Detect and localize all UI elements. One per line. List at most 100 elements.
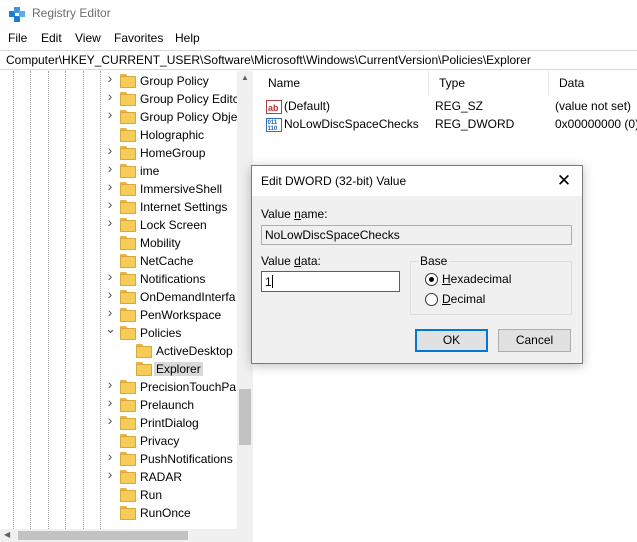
list-row[interactable]: ab (Default) REG_SZ (value not set)	[258, 96, 637, 114]
tree-item[interactable]: › PrintDialog	[0, 413, 240, 432]
tree-item[interactable]: › Group Policy Editc	[0, 89, 240, 108]
menu-file[interactable]: File	[8, 31, 27, 45]
value-data-text: 1	[265, 275, 272, 289]
column-data[interactable]: Data	[549, 71, 637, 95]
folder-icon	[120, 433, 136, 448]
chevron-right-icon[interactable]: ›	[105, 143, 115, 157]
chevron-right-icon[interactable]: ›	[105, 395, 115, 409]
tree-item[interactable]: › Notifications	[0, 269, 240, 288]
menu-favorites[interactable]: Favorites	[114, 31, 163, 45]
cancel-button[interactable]: Cancel	[498, 329, 571, 352]
tree-item-label: Group Policy	[140, 74, 209, 88]
menu-edit[interactable]: Edit	[41, 31, 62, 45]
chevron-right-icon[interactable]: ›	[105, 413, 115, 427]
tree-item[interactable]: › Prelaunch	[0, 395, 240, 414]
tree-item[interactable]: › Internet Settings	[0, 197, 240, 216]
chevron-right-icon[interactable]: ›	[105, 377, 115, 391]
folder-icon	[120, 127, 136, 142]
chevron-right-icon[interactable]: ›	[105, 305, 115, 319]
tree-item-label: ImmersiveShell	[140, 182, 223, 196]
radio-selected-dot	[429, 277, 434, 282]
address-bar[interactable]: Computer\HKEY_CURRENT_USER\Software\Micr…	[0, 50, 637, 70]
folder-icon	[120, 397, 136, 412]
svg-text:110: 110	[268, 126, 278, 132]
tree-item[interactable]: Privacy	[0, 432, 240, 450]
folder-icon	[120, 415, 136, 430]
chevron-right-icon[interactable]: ›	[105, 197, 115, 211]
hexadecimal-radio[interactable]	[425, 273, 438, 286]
scroll-up-arrow-icon[interactable]: ▲	[241, 73, 249, 82]
tree-item-label: Internet Settings	[140, 200, 228, 214]
tree-item[interactable]: › ImmersiveShell	[0, 179, 240, 198]
ok-button[interactable]: OK	[415, 329, 488, 352]
chevron-right-icon[interactable]: ›	[105, 269, 115, 283]
folder-icon	[120, 145, 136, 160]
tree-item-label: PrintDialog	[140, 416, 199, 430]
decimal-radio[interactable]	[425, 293, 438, 306]
folder-icon	[120, 307, 136, 322]
tree-item[interactable]: › Group Policy Obje	[0, 107, 240, 126]
tree-item-label: Run	[140, 488, 163, 502]
folder-icon	[120, 217, 136, 232]
folder-icon	[120, 289, 136, 304]
tree-item[interactable]: › HomeGroup	[0, 143, 240, 162]
chevron-right-icon[interactable]: ›	[105, 449, 115, 463]
chevron-right-icon[interactable]: ›	[105, 467, 115, 481]
tree-item-label: PushNotifications	[140, 452, 233, 466]
folder-icon	[120, 487, 136, 502]
list-row[interactable]: 011 110 NoLowDiscSpaceChecks REG_DWORD 0x000…	[258, 114, 637, 132]
menu-help[interactable]: Help	[175, 31, 200, 45]
tree-item[interactable]: ActiveDesktop	[0, 342, 240, 360]
tree-item[interactable]: RunOnce	[0, 504, 240, 522]
scroll-left-arrow-icon[interactable]: ◀	[4, 530, 10, 539]
chevron-right-icon[interactable]: ›	[105, 287, 115, 301]
tree-item[interactable]: › PrecisionTouchPa	[0, 377, 240, 396]
tree-item-label: Policies	[140, 326, 182, 340]
folder-icon	[120, 235, 136, 250]
tree-item[interactable]: NetCache	[0, 252, 240, 270]
chevron-right-icon[interactable]: ›	[105, 179, 115, 193]
dialog-title: Edit DWORD (32-bit) Value	[261, 174, 407, 188]
close-icon[interactable]: ✕	[546, 166, 582, 196]
tree-item[interactable]: ⌄ Policies	[0, 322, 240, 342]
list-row-type: REG_SZ	[435, 99, 484, 113]
tree-item[interactable]: Holographic	[0, 126, 240, 144]
chevron-down-icon[interactable]: ⌄	[105, 322, 116, 335]
tree-item[interactable]: › RADAR	[0, 467, 240, 486]
tree-hscroll-thumb[interactable]	[18, 531, 188, 540]
value-name-field: NoLowDiscSpaceChecks	[261, 225, 572, 245]
chevron-right-icon[interactable]: ›	[105, 89, 115, 103]
key-tree[interactable]: › Group Policy › Group Policy Editc › Group P…	[0, 71, 253, 529]
tree-item-label: Group Policy Obje	[140, 110, 238, 124]
value-data-input[interactable]: 1	[261, 271, 400, 292]
menu-view[interactable]: View	[75, 31, 101, 45]
tree-item[interactable]: › PenWorkspace	[0, 305, 240, 324]
tree-item[interactable]: › OnDemandInterfa	[0, 287, 240, 306]
column-name[interactable]: Name	[258, 71, 429, 95]
title-bar: Registry Editor	[0, 0, 637, 28]
folder-icon	[120, 199, 136, 214]
tree-item[interactable]: › Group Policy	[0, 71, 240, 90]
folder-icon	[120, 379, 136, 394]
address-path[interactable]: Computer\HKEY_CURRENT_USER\Software\Micr…	[6, 53, 531, 67]
hexadecimal-label[interactable]: Hexadecimal	[442, 272, 511, 286]
dword-value-icon: 011 110	[266, 117, 282, 133]
tree-scroll-thumb[interactable]	[239, 389, 251, 445]
tree-item-label: Lock Screen	[140, 218, 207, 232]
chevron-right-icon[interactable]: ›	[105, 161, 115, 175]
tree-item[interactable]: Explorer	[0, 360, 240, 378]
tree-item-label: ime	[140, 164, 160, 178]
tree-item[interactable]: › Lock Screen	[0, 215, 240, 234]
chevron-right-icon[interactable]: ›	[105, 107, 115, 121]
chevron-right-icon[interactable]: ›	[105, 215, 115, 229]
decimal-label[interactable]: Decimal	[442, 292, 485, 306]
folder-icon	[120, 109, 136, 124]
tree-item[interactable]: Mobility	[0, 234, 240, 252]
tree-item[interactable]: › PushNotifications	[0, 449, 240, 468]
base-label: Base	[418, 254, 450, 268]
chevron-right-icon[interactable]: ›	[105, 71, 115, 85]
tree-horizontal-scrollbar[interactable]: ◀	[0, 529, 253, 542]
tree-item[interactable]: Run	[0, 486, 240, 504]
column-type[interactable]: Type	[429, 71, 549, 95]
tree-item[interactable]: › ime	[0, 161, 240, 180]
